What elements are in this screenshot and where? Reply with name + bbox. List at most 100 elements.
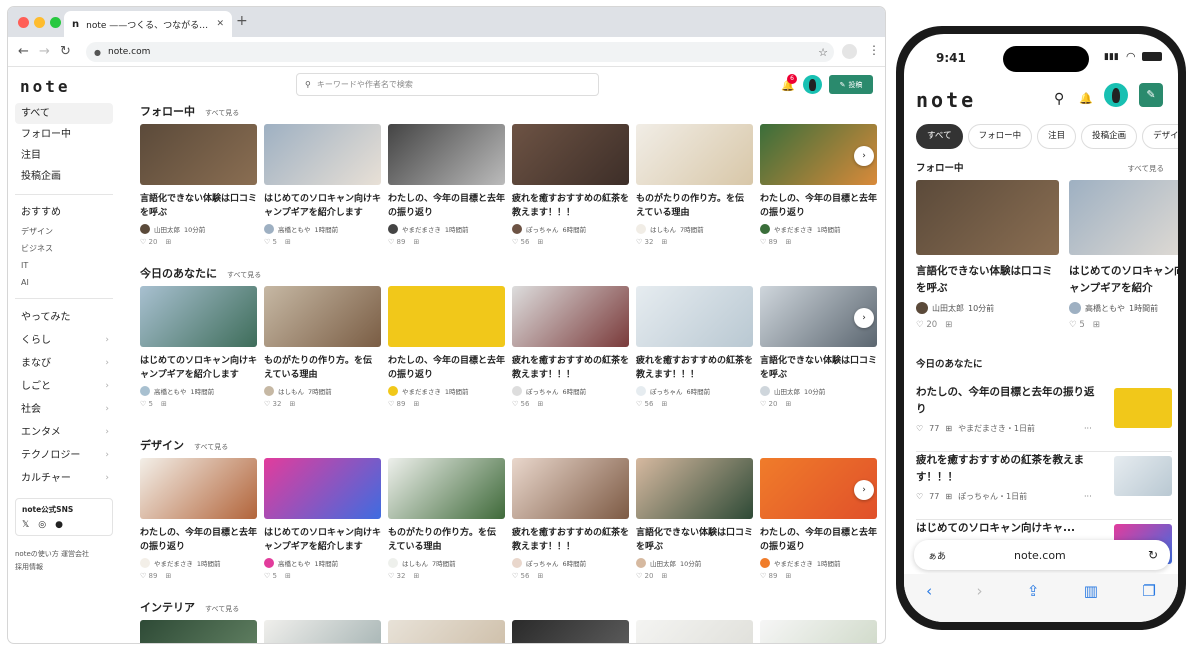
like-button[interactable]: ♡ 56 [512,572,529,580]
article-card[interactable]: 言語化できない体験は口コミを呼ぶ 山田太郎 10分前 ♡ 20 ⊞ [760,286,877,408]
next-arrow-button[interactable]: › [854,146,874,166]
article-card[interactable] [760,620,877,643]
magazine-add-icon[interactable]: ⊞ [661,400,667,408]
article-card[interactable] [636,620,753,643]
phone-bell-icon[interactable]: 🔔 [1079,92,1093,105]
magazine-add-icon[interactable]: ⊞ [285,572,291,580]
phone-tab[interactable]: 投稿企画 [1081,124,1138,149]
instagram-icon[interactable]: ◎ [38,520,46,530]
like-button[interactable]: ♡ 5 [264,238,277,246]
heart-icon[interactable]: ♡ [916,492,923,501]
magazine-add-icon[interactable]: ⊞ [537,572,543,580]
article-card[interactable] [512,620,629,643]
phone-note-logo[interactable]: note [916,88,976,112]
magazine-add-icon[interactable]: ⊞ [413,572,419,580]
like-button[interactable]: ♡ 20 [636,572,653,580]
like-button[interactable]: ♡ 56 [512,238,529,246]
article-card[interactable] [140,620,257,643]
like-button[interactable]: ♡ 32 [388,572,405,580]
phone-tab[interactable]: すべて [916,124,963,149]
minimize-window-button[interactable] [34,17,45,28]
sidebar-item[interactable]: すべて [15,103,113,124]
like-button[interactable]: ♡ 56 [512,400,529,408]
safari-back-icon[interactable]: ‹ [926,582,932,622]
magazine-add-icon[interactable]: ⊞ [945,320,952,330]
magazine-add-icon[interactable]: ⊞ [945,424,952,433]
footer-link[interactable]: 採用情報 [15,561,113,574]
magazine-add-icon[interactable]: ⊞ [413,238,419,246]
like-button[interactable]: ♡ 89 [388,238,405,246]
magazine-add-icon[interactable]: ⊞ [161,400,167,408]
post-button[interactable]: ✎ 投稿 [829,75,873,94]
tabs-icon[interactable]: ❐ [1142,582,1155,622]
like-button[interactable]: ♡ 89 [140,572,157,580]
next-arrow-button[interactable]: › [854,308,874,328]
x-icon[interactable]: 𝕏 [22,520,29,530]
phone-tab[interactable]: 注目 [1037,124,1077,149]
phone-search-icon[interactable]: ⚲ [1054,91,1064,107]
magazine-add-icon[interactable]: ⊞ [785,400,791,408]
sidebar-category[interactable]: テクノロジー › [15,444,113,467]
like-button[interactable]: ♡ 5 [140,400,153,408]
forward-icon[interactable]: → [39,44,50,59]
phone-list-row[interactable]: 疲れを癒すおすすめの紅茶を教えます！！！ ♡ 77 ⊞ ぽっちゃん・1日前 ··· [916,452,1172,520]
like-button[interactable]: ♡ 89 [760,238,777,246]
like-button[interactable]: ♡ 20 [760,400,777,408]
search-input[interactable]: ⚲ キーワードや作者名で検索 [296,73,599,96]
like-button[interactable]: ♡ 89 [760,572,777,580]
back-icon[interactable]: ← [18,44,29,59]
browser-tab[interactable]: n note ——つくる、つながる… ✕ [64,11,232,37]
close-window-button[interactable] [18,17,29,28]
magazine-add-icon[interactable]: ⊞ [785,238,791,246]
magazine-add-icon[interactable]: ⊞ [537,238,543,246]
maximize-window-button[interactable] [50,17,61,28]
magazine-add-icon[interactable]: ⊞ [945,492,952,501]
bookmarks-icon[interactable]: ▥ [1084,582,1098,622]
sidebar-category[interactable]: 社会 › [15,398,113,421]
article-card[interactable]: 言語化できない体験は口コミを呼ぶ 山田太郎 10分前 ♡ 20 ⊞ [140,124,257,246]
sidebar-category[interactable]: しごと › [15,375,113,398]
magazine-add-icon[interactable]: ⊞ [165,238,171,246]
magazine-add-icon[interactable]: ⊞ [1093,320,1100,330]
phone-following-see-all[interactable]: すべて見る [1127,163,1164,174]
sidebar-item[interactable]: 注目 [15,145,113,166]
reload-icon[interactable]: ↻ [60,44,71,59]
bookmark-star-icon[interactable]: ☆ [818,46,828,59]
phone-post-button[interactable]: ✎ [1139,83,1163,107]
footer-link[interactable]: noteの使い方 運営会社 [15,548,113,561]
avatar[interactable] [803,75,822,94]
like-button[interactable]: ♡ 5 [1069,320,1085,330]
facebook-icon[interactable]: ● [55,520,63,530]
heart-icon[interactable]: ♡ [916,424,923,433]
like-button[interactable]: ♡ 56 [636,400,653,408]
sidebar-subitem[interactable]: ビジネス [15,240,113,257]
url-field[interactable]: ● note.com ☆ [86,42,834,62]
magazine-add-icon[interactable]: ⊞ [289,400,295,408]
like-button[interactable]: ♡ 32 [264,400,281,408]
safari-forward-icon[interactable]: › [977,582,983,622]
sidebar-subitem[interactable]: IT [15,257,113,274]
profile-icon[interactable] [842,44,857,59]
more-icon[interactable]: ··· [1084,492,1092,501]
phone-article-card[interactable]: はじめてのソロキャン向けキャンプギアを紹介高橋ともや 1時間前 ♡ 5 ⊞ [1069,180,1178,330]
close-tab-icon[interactable]: ✕ [216,19,224,29]
sidebar-category[interactable]: くらし › [15,329,113,352]
article-card[interactable]: 疲れを癒すおすすめの紅茶を教えます！！！ ぽっちゃん 6時間前 ♡ 56 ⊞ [512,124,629,246]
note-logo[interactable]: note [20,77,71,96]
see-all-link[interactable]: すべて見る [205,604,239,614]
share-icon[interactable]: ⇪ [1027,582,1040,622]
phone-list-row[interactable]: わたしの、今年の目標と去年の振り返り ♡ 77 ⊞ やまだまさき・1日前 ··· [916,384,1172,452]
like-button[interactable]: ♡ 20 [916,320,937,330]
like-button[interactable]: ♡ 32 [636,238,653,246]
like-button[interactable]: ♡ 20 [140,238,157,246]
sidebar-subitem[interactable]: デザイン [15,223,113,240]
article-card[interactable]: はじめてのソロキャン向けキャンプギアを紹介します 高橋ともや 1時間前 ♡ 5 ⊞ [264,124,381,246]
article-card[interactable]: ものがたりの作り方。を伝えている理由 はしもん 7時間前 ♡ 32 ⊞ [264,286,381,408]
article-card[interactable]: 言語化できない体験は口コミを呼ぶ 山田太郎 10分前 ♡ 20 ⊞ [636,458,753,580]
article-card[interactable] [264,620,381,643]
magazine-add-icon[interactable]: ⊞ [165,572,171,580]
see-all-link[interactable]: すべて見る [205,108,239,118]
article-card[interactable]: はじめてのソロキャン向けキャンプギアを紹介します 高橋ともや 1時間前 ♡ 5 ⊞ [264,458,381,580]
like-button[interactable]: ♡ 5 [264,572,277,580]
article-card[interactable]: ものがたりの作り方。を伝えている理由 はしもん 7時間前 ♡ 32 ⊞ [636,124,753,246]
